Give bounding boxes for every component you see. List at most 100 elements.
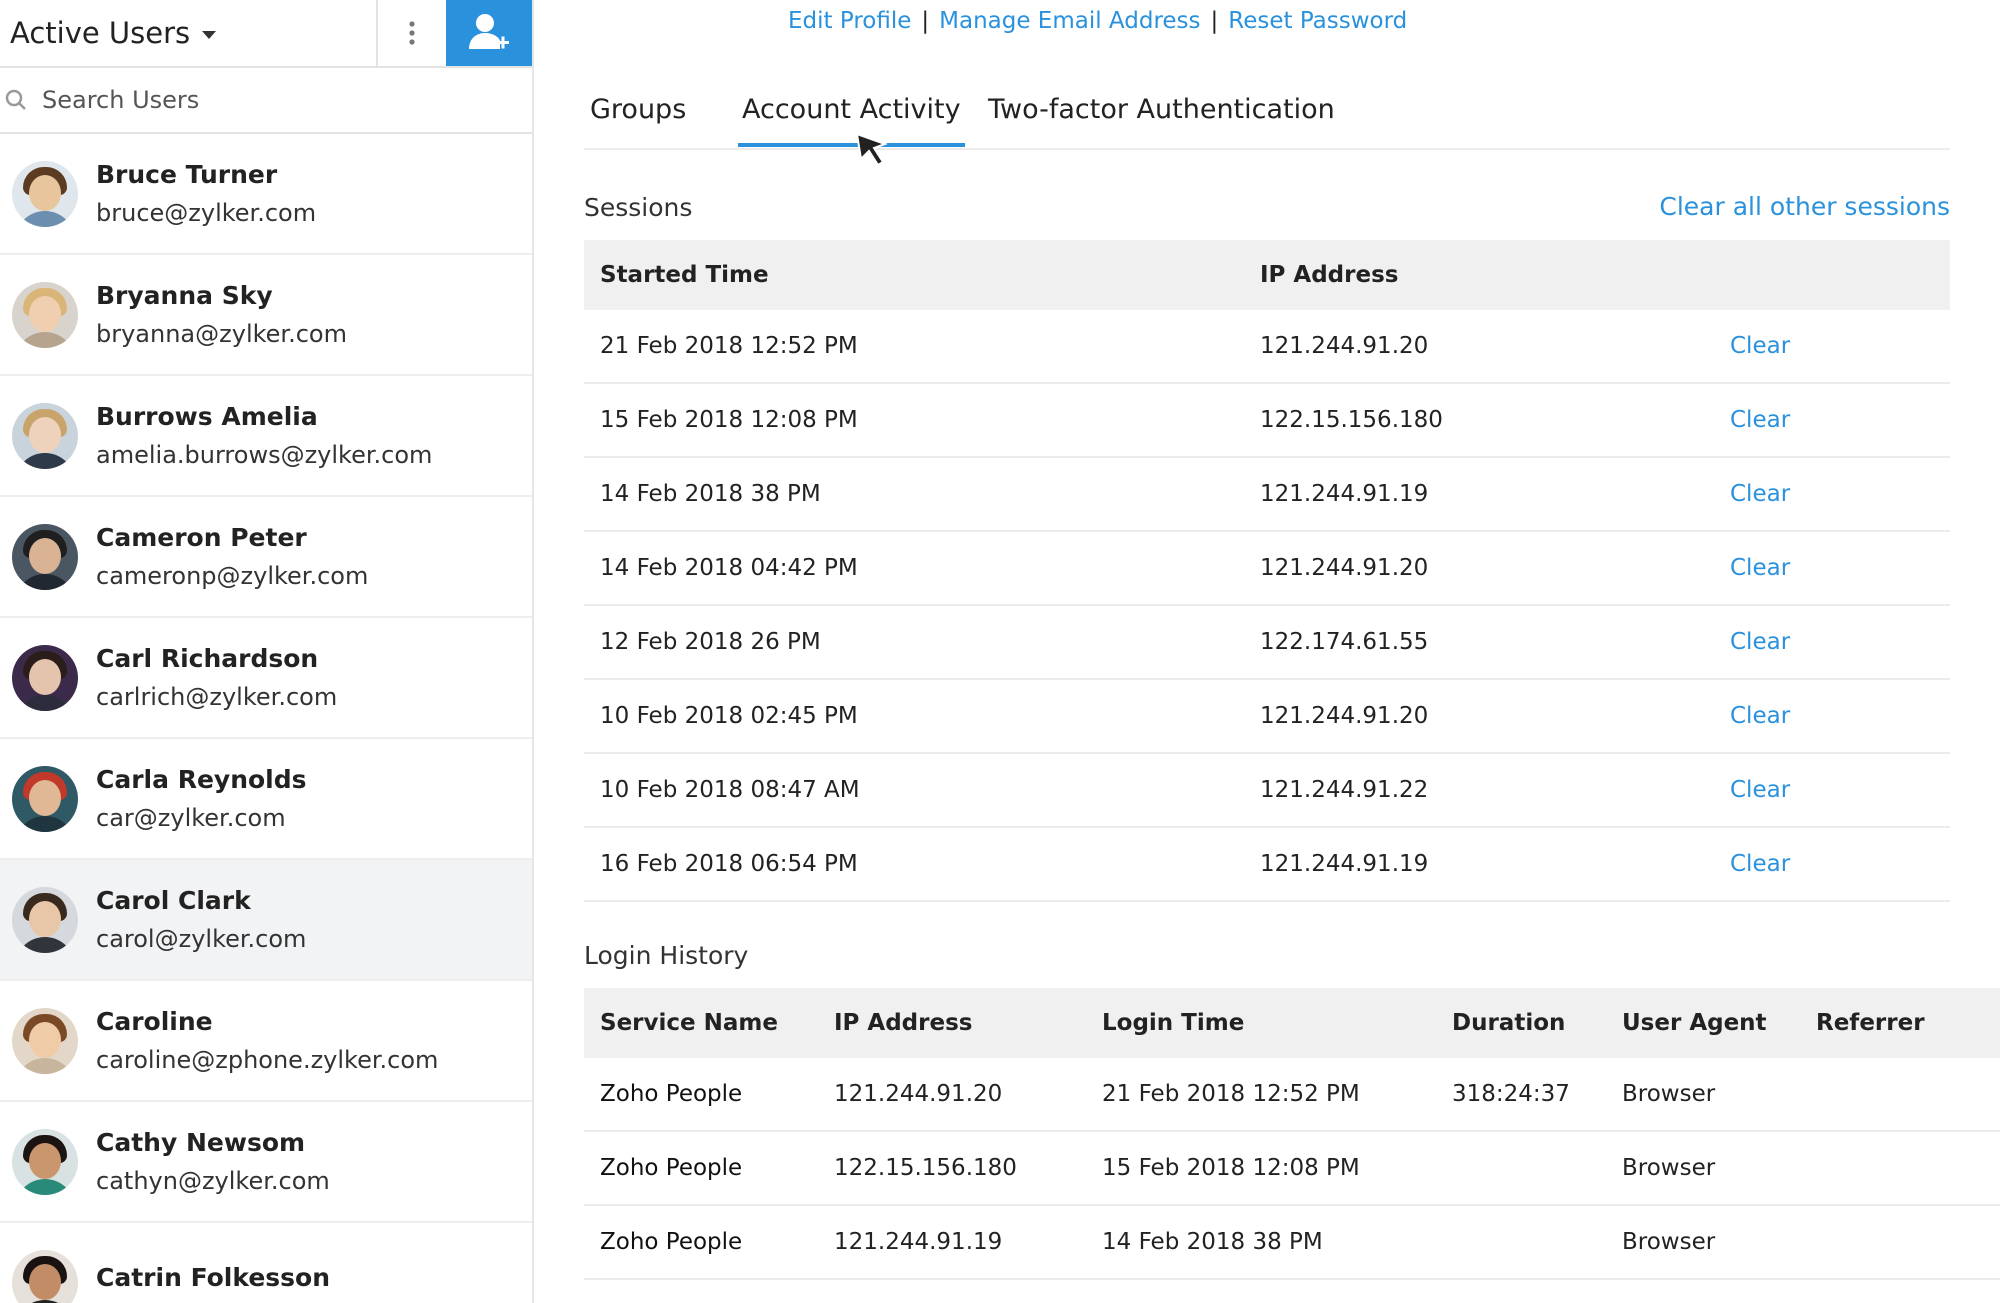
user-name: Bruce Turner <box>96 160 278 189</box>
user-list-item[interactable]: Cameron Peter cameronp@zylker.com <box>0 497 532 618</box>
user-list-item[interactable]: Carl Richardson carlrich@zylker.com <box>0 618 532 739</box>
login-ip-address: 121.244.91.20 <box>818 1058 1086 1132</box>
table-header-row: Started Time IP Address <box>584 240 1950 310</box>
session-started-time: 14 Feb 2018 04:42 PM <box>584 531 1244 606</box>
clear-session-link[interactable]: Clear <box>1730 777 1790 803</box>
column-header-user-agent: User Agent <box>1606 988 1800 1058</box>
add-user-button[interactable] <box>446 0 532 66</box>
user-name: Cathy Newsom <box>96 1128 306 1157</box>
table-row: 10 Feb 2018 02:45 PM 121.244.91.20 Clear <box>584 679 1950 754</box>
user-list-item[interactable]: Carol Clark carol@zylker.com <box>0 860 532 981</box>
user-email: cameronp@zylker.com <box>96 562 369 590</box>
user-list-item[interactable]: Cathy Newsom cathyn@zylker.com <box>0 1102 532 1223</box>
table-row: 14 Feb 2018 38 PM 121.244.91.19 Clear <box>584 457 1950 532</box>
user-list-item[interactable]: Caroline caroline@zphone.zylker.com <box>0 981 532 1102</box>
search-input[interactable] <box>40 85 484 115</box>
table-row: 15 Feb 2018 12:08 PM 122.15.156.180 Clea… <box>584 383 1950 458</box>
mouse-pointer-icon <box>855 132 888 167</box>
avatar <box>12 765 78 832</box>
login-user-agent: Browser <box>1606 1205 1800 1280</box>
avatar <box>12 644 78 711</box>
search-bar <box>0 68 532 134</box>
caret-down-icon <box>202 31 217 39</box>
user-name: Caroline <box>96 1007 213 1036</box>
user-email: caroline@zphone.zylker.com <box>96 1046 439 1074</box>
avatar <box>12 281 78 348</box>
active-users-dropdown[interactable]: Active Users <box>0 0 376 66</box>
user-name: Carl Richardson <box>96 644 319 673</box>
session-ip-address: 121.244.91.22 <box>1244 753 1714 828</box>
user-email: amelia.burrows@zylker.com <box>96 441 433 469</box>
clear-session-link[interactable]: Clear <box>1730 851 1790 877</box>
clear-session-link[interactable]: Clear <box>1730 555 1790 581</box>
search-icon <box>5 89 26 110</box>
clear-session-link[interactable]: Clear <box>1730 629 1790 655</box>
sessions-title: Sessions <box>584 193 693 222</box>
column-header-duration: Duration <box>1436 988 1606 1058</box>
column-header-referrer: Referrer <box>1800 988 2000 1058</box>
session-started-time: 14 Feb 2018 38 PM <box>584 457 1244 532</box>
column-header-ip-address: IP Address <box>818 988 1086 1058</box>
clear-all-sessions-link[interactable]: Clear all other sessions <box>1659 192 1950 221</box>
login-duration <box>1436 1205 1606 1280</box>
session-ip-address: 122.15.156.180 <box>1244 383 1714 458</box>
table-row: 14 Feb 2018 04:42 PM 121.244.91.20 Clear <box>584 531 1950 606</box>
login-ip-address: 122.15.156.180 <box>818 1131 1086 1206</box>
tab-groups[interactable]: Groups <box>586 94 690 143</box>
sidebar-title: Active Users <box>10 16 191 50</box>
clear-session-link[interactable]: Clear <box>1730 407 1790 433</box>
avatar <box>12 523 78 590</box>
avatar <box>12 1128 78 1195</box>
manage-email-link[interactable]: Manage Email Address <box>939 8 1200 34</box>
reset-password-link[interactable]: Reset Password <box>1228 8 1407 34</box>
user-email: cathyn@zylker.com <box>96 1167 330 1195</box>
user-name: Cameron Peter <box>96 523 307 552</box>
clear-session-link[interactable]: Clear <box>1730 481 1790 507</box>
session-started-time: 10 Feb 2018 02:45 PM <box>584 679 1244 754</box>
vertical-dots-icon <box>409 21 415 45</box>
user-list-item[interactable]: Catrin Folkesson <box>0 1223 532 1303</box>
session-started-time: 16 Feb 2018 06:54 PM <box>584 827 1244 902</box>
tab-bar: Groups Account Activity Two-factor Authe… <box>584 90 1950 150</box>
clear-session-link[interactable]: Clear <box>1730 703 1790 729</box>
tab-two-factor-authentication[interactable]: Two-factor Authentication <box>984 94 1339 143</box>
user-list: Bruce Turner bruce@zylker.com Bryanna Sk… <box>0 134 532 1303</box>
more-options-button[interactable] <box>376 0 446 66</box>
avatar <box>12 1249 78 1303</box>
table-header-row: Service Name IP Address Login Time Durat… <box>584 988 2000 1058</box>
user-name: Carol Clark <box>96 886 251 915</box>
add-user-icon <box>469 14 509 49</box>
session-started-time: 12 Feb 2018 26 PM <box>584 605 1244 680</box>
avatar <box>12 1007 78 1074</box>
column-header-login-time: Login Time <box>1086 988 1436 1058</box>
session-started-time: 15 Feb 2018 12:08 PM <box>584 383 1244 458</box>
sidebar-header: Active Users <box>0 0 532 68</box>
user-name: Carla Reynolds <box>96 765 307 794</box>
login-ip-address: 121.244.91.19 <box>818 1205 1086 1280</box>
column-header-service-name: Service Name <box>584 988 818 1058</box>
user-email: bryanna@zylker.com <box>96 320 347 348</box>
user-list-item[interactable]: Carla Reynolds car@zylker.com <box>0 739 532 860</box>
user-email: carol@zylker.com <box>96 925 307 953</box>
avatar <box>12 160 78 227</box>
login-duration: 318:24:37 <box>1436 1058 1606 1132</box>
column-header-started-time: Started Time <box>584 240 1244 310</box>
user-list-item[interactable]: Burrows Amelia amelia.burrows@zylker.com <box>0 376 532 497</box>
table-row: 16 Feb 2018 06:54 PM 121.244.91.19 Clear <box>584 827 1950 902</box>
login-referrer <box>1800 1131 2000 1206</box>
session-ip-address: 121.244.91.19 <box>1244 827 1714 902</box>
login-time: 21 Feb 2018 12:52 PM <box>1086 1058 1436 1132</box>
user-name: Catrin Folkesson <box>96 1263 331 1292</box>
edit-profile-link[interactable]: Edit Profile <box>788 8 911 34</box>
clear-session-link[interactable]: Clear <box>1730 333 1790 359</box>
session-ip-address: 121.244.91.20 <box>1244 679 1714 754</box>
login-duration <box>1436 1131 1606 1206</box>
user-list-item[interactable]: Bryanna Sky bryanna@zylker.com <box>0 255 532 376</box>
user-email: carlrich@zylker.com <box>96 683 338 711</box>
login-service-name: Zoho People <box>584 1205 818 1280</box>
user-list-item[interactable]: Bruce Turner bruce@zylker.com <box>0 134 532 255</box>
session-ip-address: 121.244.91.19 <box>1244 457 1714 532</box>
link-separator: | <box>1210 8 1219 34</box>
tab-account-activity[interactable]: Account Activity <box>738 94 965 147</box>
login-user-agent: Browser <box>1606 1058 1800 1132</box>
